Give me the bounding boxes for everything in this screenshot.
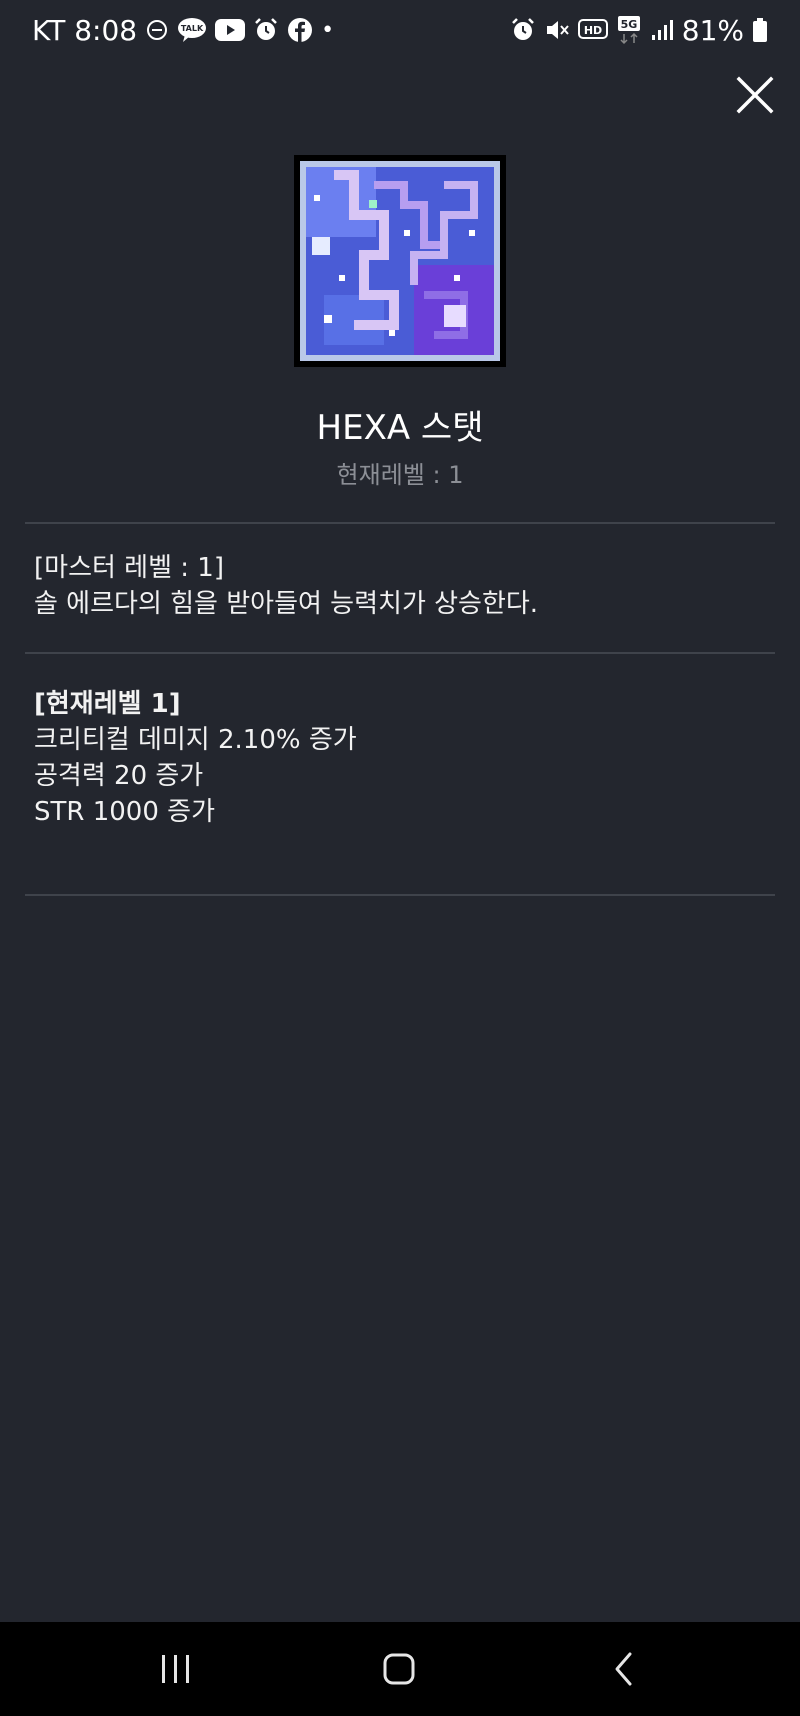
effect-line: STR 1000 증가 — [34, 797, 215, 827]
alarm-icon — [253, 17, 279, 43]
current-level-header: [현재레벨 1] — [34, 689, 181, 719]
network-5g-icon: 5G — [616, 15, 642, 45]
description-text: 솔 에르다의 힘을 받아들여 능력치가 상승한다. — [34, 589, 539, 619]
status-right: HD 5G 81% — [510, 14, 768, 47]
status-left: KT 8:08 TALK • — [32, 14, 334, 47]
back-icon — [615, 1652, 632, 1686]
home-icon — [383, 1653, 415, 1685]
network-badge-text: 5G — [620, 18, 637, 31]
divider — [25, 894, 775, 896]
navigation-bar — [0, 1622, 800, 1716]
status-bar: KT 8:08 TALK • HD 5G 81% — [0, 0, 800, 60]
skill-title: HEXA 스탯 — [316, 408, 484, 448]
close-icon — [736, 76, 774, 114]
back-button[interactable] — [600, 1647, 650, 1691]
talk-badge-text: TALK — [181, 24, 204, 33]
current-level-section: [현재레벨 1] 크리티컬 데미지 2.10% 증가 공격력 20 증가 STR… — [34, 686, 774, 830]
description-section: [마스터 레벨 : 1] 솔 에르다의 힘을 받아들여 능력치가 상승한다. — [34, 550, 774, 622]
current-level-subtitle: 현재레벨 : 1 — [336, 461, 464, 489]
effect-line: 크리티컬 데미지 2.10% 증가 — [34, 725, 357, 755]
effect-line: 공격력 20 증가 — [34, 761, 204, 791]
recent-apps-button[interactable] — [150, 1647, 200, 1691]
master-level-text: [마스터 레벨 : 1] — [34, 553, 224, 583]
battery-percent: 81% — [681, 13, 744, 47]
kakaotalk-icon: TALK — [177, 17, 207, 43]
alarm-icon — [510, 17, 536, 43]
facebook-icon — [287, 17, 313, 43]
carrier-time: KT 8:08 — [32, 13, 138, 47]
signal-icon — [650, 18, 674, 42]
youtube-icon — [215, 19, 246, 41]
divider — [25, 522, 775, 524]
battery-icon — [752, 17, 768, 43]
home-button[interactable] — [374, 1647, 424, 1691]
notification-dot: • — [321, 17, 335, 43]
hd-badge-text: HD — [584, 24, 602, 37]
hd-voice-icon: HD — [577, 18, 608, 42]
mute-icon — [544, 17, 570, 43]
hexa-stat-icon — [294, 155, 506, 367]
close-button[interactable] — [734, 74, 776, 116]
recent-apps-icon — [162, 1655, 189, 1683]
dnd-icon — [145, 18, 169, 42]
divider — [25, 652, 775, 654]
